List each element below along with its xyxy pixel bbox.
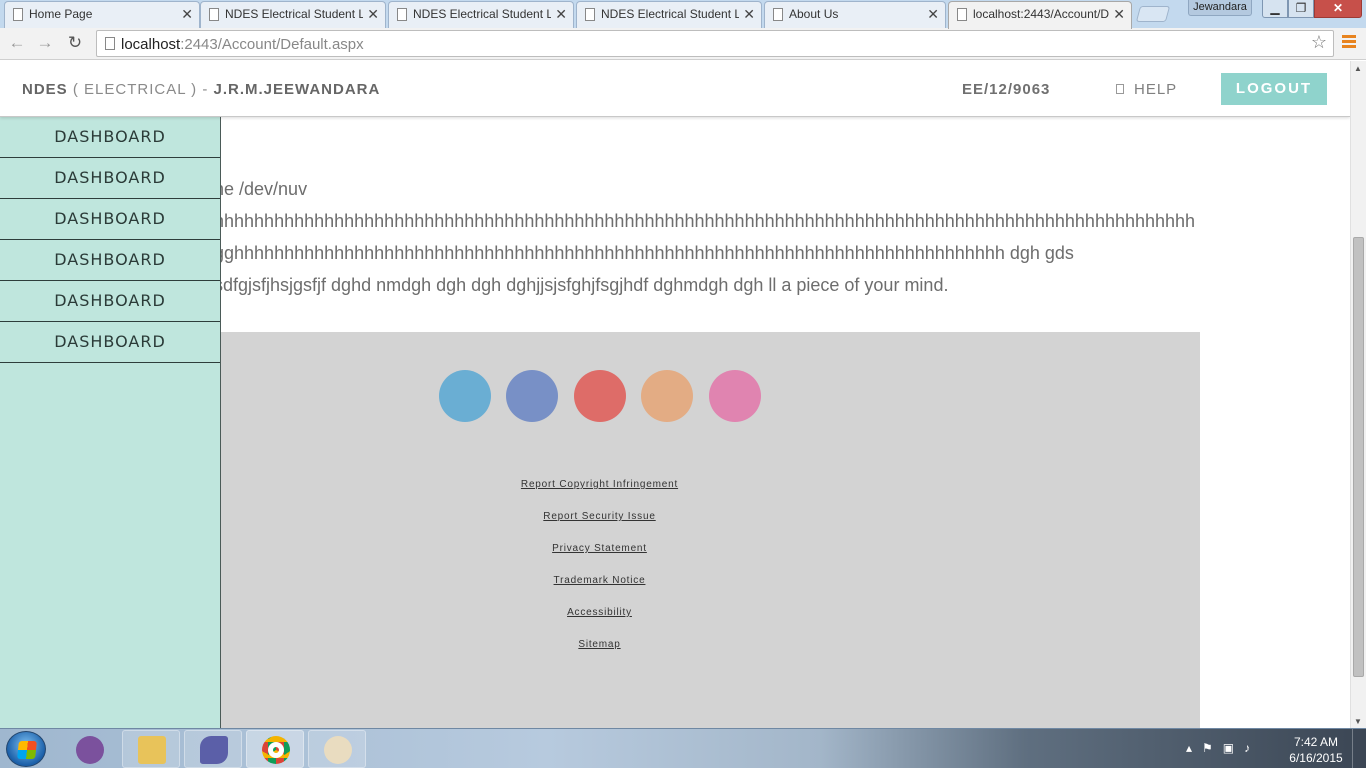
scroll-down-icon[interactable]: ▼ [1354,717,1362,726]
footer-link-security[interactable]: Report Security Issue [221,510,978,542]
tab-label: Home Page [29,7,93,21]
page-icon [105,37,115,50]
profile-badge[interactable]: Jewandara [1188,0,1252,16]
site-footer: Report Copyright Infringement Report Sec… [221,332,1200,728]
show-desktop-button[interactable] [1352,729,1366,768]
back-icon[interactable]: ← [6,33,28,53]
sidebar-item-dashboard[interactable]: DASHBOARD [0,322,220,363]
site-brand: NDES ( ELECTRICAL ) - J.R.M.JEEWANDARA [22,81,381,98]
text-line: gghhhhhhhhhhhhhhhhhhhhhhhhhhhhhhhhhhhhhh… [214,243,1074,263]
social-icon[interactable] [641,370,693,422]
viber-icon [76,736,104,764]
tab-label: About Us [789,7,839,21]
tab-strip: Home Page ✕ NDES Electrical Student L ✕ … [0,0,1366,29]
page-icon [773,8,783,21]
page-icon [397,8,407,21]
chrome-icon [262,736,290,764]
taskbar-paint[interactable] [308,730,366,768]
minimize-button[interactable]: ▁ [1262,0,1288,18]
sidebar-item-dashboard[interactable]: DASHBOARD [0,199,220,240]
registration-number: EE/12/9063 [962,81,1051,98]
page-scrollbar[interactable]: ▲ ▼ [1350,61,1366,728]
taskbar-chrome[interactable] [246,730,304,768]
page-icon [957,8,967,21]
site-header: NDES ( ELECTRICAL ) - J.R.M.JEEWANDARA E… [0,61,1350,117]
logout-button[interactable]: LOGOUT [1221,73,1327,105]
tab-ndes-2[interactable]: NDES Electrical Student L ✕ [388,1,574,28]
sidebar-item-dashboard[interactable]: DASHBOARD [0,281,220,322]
start-button[interactable] [6,731,46,767]
close-tab-icon[interactable]: ✕ [181,2,193,26]
footer-link-trademark[interactable]: Trademark Notice [221,574,978,606]
text-line: hhhhhhhhhhhhhhhhhhhhhhhhhhhhhhhhhhhhhhhh… [214,211,1196,231]
sidebar: DASHBOARD DASHBOARD DASHBOARD DASHBOARD … [0,117,221,728]
footer-link-copyright[interactable]: Report Copyright Infringement [221,478,978,510]
footer-link-privacy[interactable]: Privacy Statement [221,542,978,574]
sidebar-item-dashboard[interactable]: DASHBOARD [0,117,220,158]
text-line: ne /dev/nuv [214,179,308,199]
scrollbar-thumb[interactable] [1353,237,1364,677]
social-icon[interactable] [709,370,761,422]
tab-about-us[interactable]: About Us ✕ [764,1,946,28]
close-tab-icon[interactable]: ✕ [367,2,379,26]
tab-home-page[interactable]: Home Page ✕ [4,1,200,28]
browser-menu-icon[interactable] [1342,35,1356,51]
help-link[interactable]: HELP [1116,81,1177,98]
tab-ndes-3[interactable]: NDES Electrical Student L ✕ [576,1,762,28]
browser-toolbar: ← → ↻ localhost:2443/Account/Default.asp… [0,28,1366,60]
url-text: localhost:2443/Account/Default.aspx [121,36,364,53]
close-tab-icon[interactable]: ✕ [743,2,755,26]
social-icon[interactable] [506,370,558,422]
new-tab-button[interactable] [1135,6,1171,22]
visual-studio-icon [200,736,228,764]
close-tab-icon[interactable]: ✕ [555,2,567,26]
page-icon [585,8,595,21]
footer-link-accessibility[interactable]: Accessibility [221,606,978,638]
page-icon [209,8,219,21]
sidebar-item-dashboard[interactable]: DASHBOARD [0,240,220,281]
close-tab-icon[interactable]: ✕ [1113,2,1125,26]
tab-label: NDES Electrical Student L [601,7,739,21]
scroll-up-icon[interactable]: ▲ [1354,64,1362,73]
windows-logo-icon [17,741,37,759]
sidebar-item-dashboard[interactable]: DASHBOARD [0,158,220,199]
taskbar-viber[interactable] [60,730,118,768]
folder-icon [138,736,166,764]
text-line: sdfgjsfjhsjgsfjf dghd nmdgh dgh dgh dghj… [214,275,949,295]
tab-account-default[interactable]: localhost:2443/Account/D ✕ [948,1,1132,29]
taskbar-explorer[interactable] [122,730,180,768]
article-text: ne /dev/nuv hhhhhhhhhhhhhhhhhhhhhhhhhhhh… [214,173,1200,301]
page-viewport: NDES ( ELECTRICAL ) - J.R.M.JEEWANDARA E… [0,61,1350,728]
paint-icon [324,736,352,764]
tab-label: NDES Electrical Student L [225,7,363,21]
tab-label: NDES Electrical Student L [413,7,551,21]
forward-icon[interactable]: → [34,33,56,53]
clock[interactable]: 7:42 AM 6/16/2015 [1288,734,1344,766]
close-tab-icon[interactable]: ✕ [927,2,939,26]
clock-time: 7:42 AM [1293,735,1339,749]
social-icon[interactable] [439,370,491,422]
social-icon[interactable] [574,370,626,422]
close-window-button[interactable]: ✕ [1314,0,1362,18]
tab-ndes-1[interactable]: NDES Electrical Student L ✕ [200,1,386,28]
footer-links: Report Copyright Infringement Report Sec… [221,478,978,670]
bookmark-star-icon[interactable]: ☆ [1311,32,1327,53]
page-icon [13,8,23,21]
address-bar[interactable]: localhost:2443/Account/Default.aspx ☆ [96,30,1334,57]
tab-label: localhost:2443/Account/D [973,7,1109,21]
reload-icon[interactable]: ↻ [64,33,86,53]
footer-link-sitemap[interactable]: Sitemap [221,638,978,670]
maximize-button[interactable]: ❐ [1288,0,1314,18]
clock-date: 6/16/2015 [1289,751,1343,765]
taskbar: ▴⚑▣♪ 7:42 AM 6/16/2015 [0,728,1366,768]
taskbar-visual-studio[interactable] [184,730,242,768]
help-icon [1116,84,1124,94]
system-tray[interactable]: ▴⚑▣♪ [1186,741,1260,755]
